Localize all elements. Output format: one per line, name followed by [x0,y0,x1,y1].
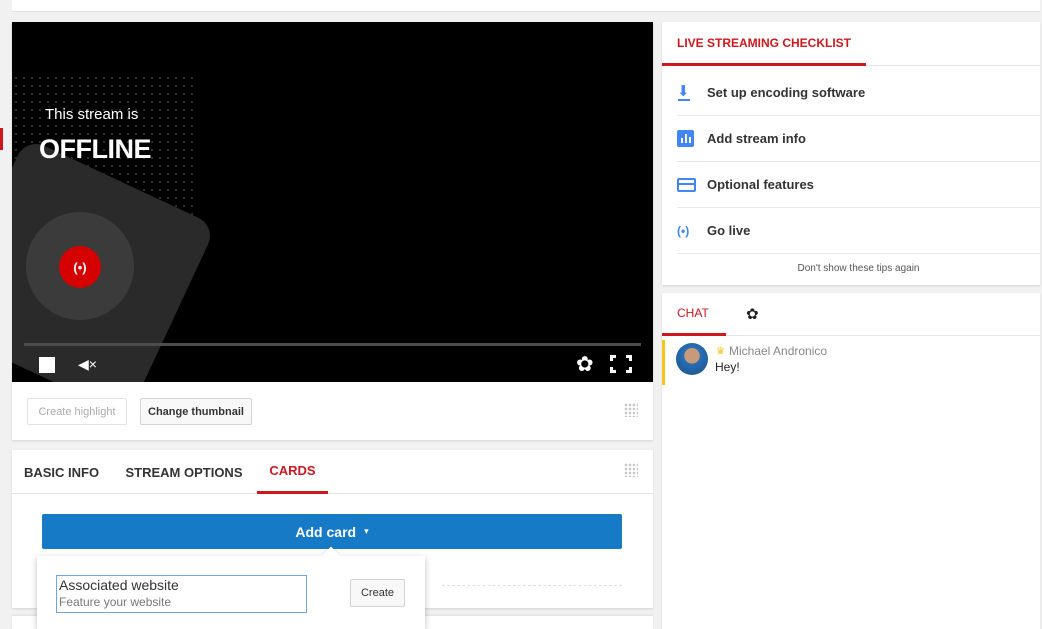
checklist-item-encoding[interactable]: ⬇ Set up encoding software [677,70,1040,116]
checklist-item-go-live[interactable]: (•) Go live [677,208,1040,254]
chart-icon [677,130,707,147]
stream-status-sub: This stream is [45,106,139,123]
add-card-button[interactable]: Add card ▾ [42,514,622,549]
dismiss-tips-link[interactable]: Don't show these tips again [677,258,1040,278]
tab-stream-options[interactable]: STREAM OPTIONS [125,450,243,494]
change-thumbnail-button[interactable]: Change thumbnail [140,398,252,425]
card-type-option-associated-website[interactable]: Associated website Feature your website [56,575,307,613]
add-card-label: Add card [295,523,357,540]
download-icon: ⬇ [677,82,690,101]
drag-handle-icon[interactable] [624,403,638,417]
create-button[interactable]: Create [350,579,405,607]
avatar[interactable] [676,343,708,375]
settings-gear-icon[interactable]: ✿ [576,352,594,377]
card-icon [677,177,707,192]
owner-crown-icon: ♛ [716,346,725,357]
checklist-title[interactable]: LIVE STREAMING CHECKLIST [662,22,866,66]
tab-basic-info[interactable]: BASIC INFO [12,450,111,494]
checklist-item-optional-features[interactable]: Optional features [677,162,1040,208]
divider [442,585,622,586]
chat-message: ♛ Michael Andronico Hey! [662,340,1040,385]
option-subtitle: Feature your website [59,595,172,609]
broadcast-icon: (•) [677,223,690,238]
checklist-item-label: Set up encoding software [707,85,866,100]
top-bar [12,0,1040,12]
caret-down-icon: ▾ [364,526,369,536]
stream-status-offline: OFFLINE [39,134,152,164]
tab-cards[interactable]: CARDS [257,450,328,494]
chat-settings-gear-icon[interactable]: ✿ [746,305,759,323]
create-highlight-button[interactable]: Create highlight [27,398,127,425]
live-streaming-checklist: LIVE STREAMING CHECKLIST ⬇ Set up encodi… [662,22,1040,285]
stop-icon[interactable] [39,357,55,373]
progress-bar[interactable] [24,343,641,346]
chat-header: CHAT ✿ [662,293,1040,336]
message-author[interactable]: Michael Andronico [729,344,827,358]
checklist-item-label: Add stream info [707,131,806,146]
tab-bar: BASIC INFO STREAM OPTIONS CARDS [12,450,653,494]
checklist-item-stream-info[interactable]: Add stream info [677,116,1040,162]
live-broadcast-icon[interactable]: (•) [59,246,101,288]
option-title: Associated website [59,577,179,593]
mute-icon[interactable]: ◀× [78,356,97,373]
video-card: (•) This stream is OFFLINE ◀× ✿ Create h… [12,22,653,440]
card-type-dropdown: Associated website Feature your website … [37,546,425,629]
checklist-item-label: Go live [707,223,751,238]
fullscreen-icon[interactable] [610,355,632,373]
drag-handle-icon[interactable] [624,463,638,477]
video-player[interactable]: (•) This stream is OFFLINE ◀× ✿ [12,22,653,382]
left-indicator [0,128,3,150]
checklist-item-label: Optional features [707,177,814,192]
tab-chat[interactable]: CHAT [662,293,726,336]
message-text: Hey! [715,360,740,374]
chat-panel: CHAT ✿ ♛ Michael Andronico Hey! [662,293,1040,629]
checklist-header: LIVE STREAMING CHECKLIST [662,22,1040,66]
